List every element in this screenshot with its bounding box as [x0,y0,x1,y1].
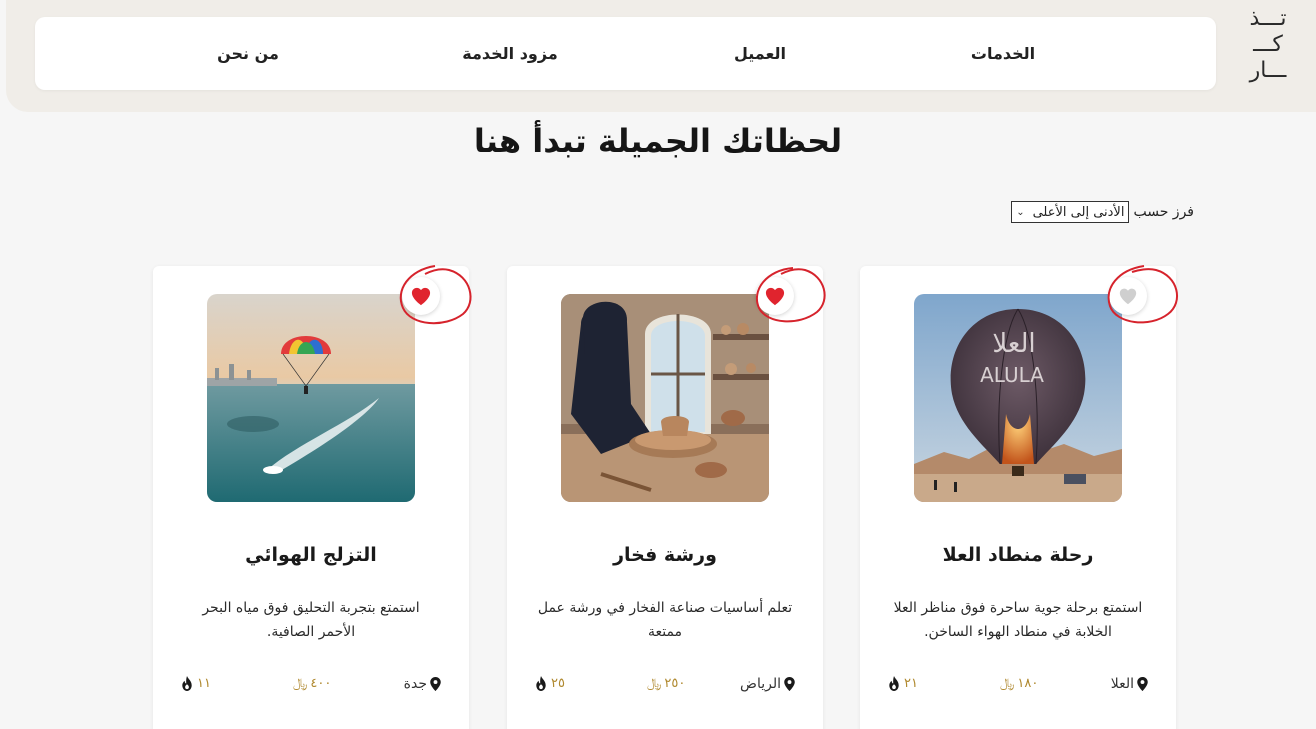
card-location-text: جدة [403,676,427,692]
card-location-text: العلا [1110,676,1134,692]
nav-item-about[interactable]: من نحن [217,17,279,90]
location-pin-icon [784,677,795,691]
card-price-value: ٢٥٠ [664,676,686,691]
favorite-button[interactable] [402,277,440,315]
flame-icon [889,676,899,691]
heart-filled-icon [411,287,431,306]
card-count-value: ١١ [197,676,211,691]
balloon-text-english: ALULA [980,363,1044,387]
nav-item-services[interactable]: الخدمات [971,17,1035,90]
card-meta: جدة ٤٠٠ ﷼ ١١ [181,676,441,698]
nav-item-customer[interactable]: العميل [734,17,786,90]
sort-bar: فرز حسب الأدنى إلى الأعلى ⌄ [1011,201,1194,223]
card-meta: العلا ١٨٠ ﷼ ٢١ [888,676,1148,698]
main-navbar: الخدمات العميل مزود الخدمة من نحن [35,17,1216,90]
flame-icon [182,676,192,691]
card-count: ١١ [181,676,211,691]
card-price: ١٨٠ ﷼ [1000,676,1038,691]
sort-selected-value: الأدنى إلى الأعلى [1032,204,1125,220]
location-pin-icon [1137,677,1148,691]
experience-card[interactable]: ورشة فخار تعلم أساسيات صناعة الفخار في و… [507,266,826,729]
logo-line-3: ـــار [1249,58,1287,83]
card-description: استمتع بتجربة التحليق فوق مياه البحر الأ… [202,600,420,640]
chevron-down-icon: ⌄ [1016,206,1025,218]
card-location: العلا [1111,676,1148,692]
card-count-value: ٢١ [904,676,918,691]
card-price-value: ١٨٠ [1017,676,1039,691]
logo-line-2: كـــ [1253,32,1283,57]
riyal-icon: ﷼ [647,676,662,691]
card-meta: الرياض ٢٥٠ ﷼ ٢٥ [535,676,795,698]
card-location-text: الرياض [740,676,781,692]
pottery-workshop-image [561,294,769,502]
card-price: ٢٥٠ ﷼ [647,676,685,691]
flame-icon [536,676,546,691]
card-title: ورشة فخار [613,544,717,566]
card-price-value: ٤٠٠ [310,676,332,691]
card-count: ٢٥ [535,676,565,691]
parasailing-image [207,294,415,502]
card-count: ٢١ [888,676,918,691]
hot-air-balloon-image: العلا ALULA [914,294,1122,502]
favorite-button[interactable] [1109,277,1147,315]
sort-label: فرز حسب [1133,204,1194,220]
card-price: ٤٠٠ ﷼ [293,676,331,691]
card-description: استمتع برحلة جوية ساحرة فوق مناظر العلا … [893,600,1143,640]
card-location: جدة [404,676,441,692]
page-headline: لحظاتك الجميلة تبدأ هنا [473,122,843,160]
heart-outline-icon [1119,288,1137,305]
brand-logo[interactable]: تـــذ كـــ ـــار [1238,6,1298,94]
balloon-text-arabic: العلا [992,329,1035,359]
location-pin-icon [430,677,441,691]
card-location: الرياض [740,676,795,692]
riyal-icon: ﷼ [1000,676,1015,691]
sort-select[interactable]: الأدنى إلى الأعلى ⌄ [1011,201,1130,223]
heart-filled-icon [765,287,785,306]
card-title: التزلج الهوائي [245,544,377,566]
nav-item-provider[interactable]: مزود الخدمة [462,17,557,90]
favorite-button[interactable] [756,277,794,315]
logo-line-1: تـــذ [1249,6,1287,31]
experience-card[interactable]: العلا ALULA رحلة منطاد العلا استمتع برحل… [860,265,1178,729]
experience-card[interactable]: التزلج الهوائي استمتع بتجربة التحليق فوق… [153,265,472,729]
card-description: تعلم أساسيات صناعة الفخار في ورشة عمل مم… [537,600,793,640]
card-count-value: ٢٥ [551,676,565,691]
card-title: رحلة منطاد العلا [942,544,1094,566]
riyal-icon: ﷼ [293,676,308,691]
